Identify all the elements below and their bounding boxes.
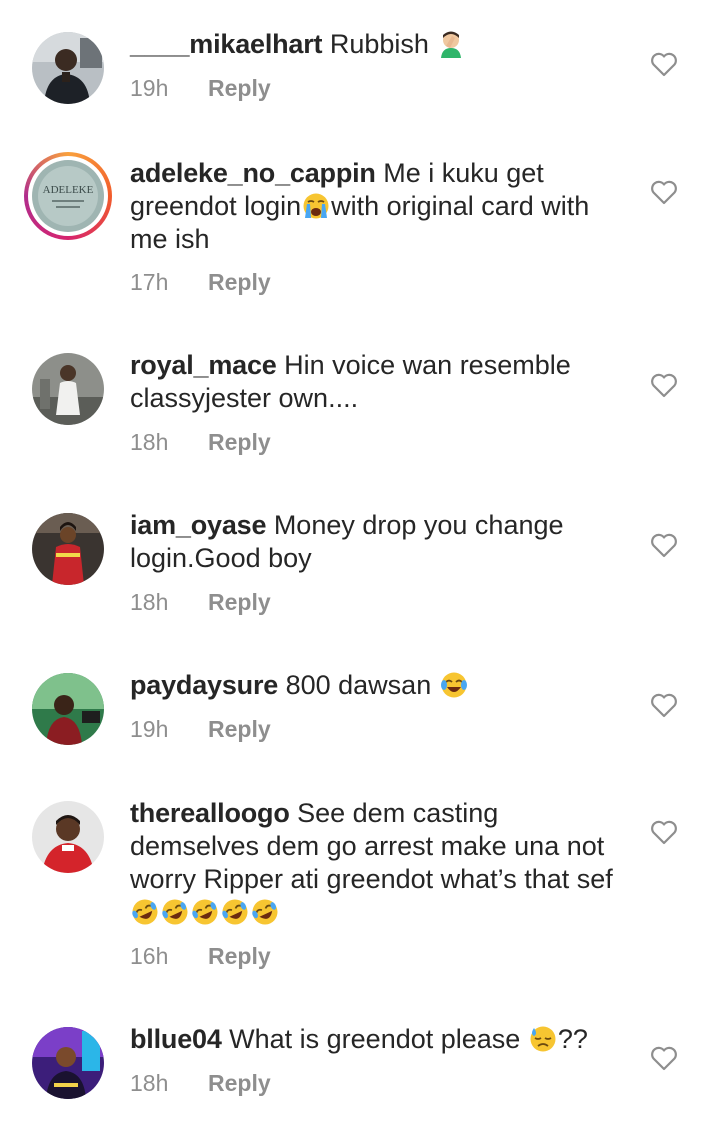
tears-of-joy-icon [440,672,467,698]
comment-meta: 19h Reply [130,714,271,744]
comment-body: What is greendot please [221,1024,528,1054]
reply-button[interactable]: Reply [208,269,271,295]
comment-time: 19h [130,75,169,101]
comments-list: ____mikaelhart Rubbish 19h Reply ADELEKE [0,0,720,1134]
avatar[interactable] [32,1027,104,1099]
reply-button[interactable]: Reply [208,943,271,969]
heart-icon[interactable] [649,1043,679,1073]
rolling-laughing-icon [222,899,248,925]
avatar[interactable] [32,673,104,745]
comment-text: iam_oyase Money drop you change login.Go… [130,509,630,575]
heart-icon[interactable] [649,370,679,400]
avatar[interactable] [32,513,104,585]
avatar-person-purple-icon [32,1027,104,1099]
rolling-laughing-icon [252,899,278,925]
reply-button[interactable]: Reply [208,75,271,101]
reply-button[interactable]: Reply [208,589,271,615]
comment-username[interactable]: bllue04 [130,1024,222,1054]
comment-meta: 16h Reply [130,941,271,971]
comment-username[interactable]: iam_oyase [130,510,267,540]
heart-icon[interactable] [649,690,679,720]
comment-time: 19h [130,716,169,742]
heart-icon[interactable] [649,817,679,847]
comment-meta: 18h Reply [130,427,271,457]
comment-text: royal_mace Hin voice wan resemble classy… [130,349,630,415]
facepalm-icon [441,31,462,58]
avatar-person-green-icon [32,673,104,745]
rolling-laughing-icon [192,899,218,925]
comment-time: 18h [130,1070,169,1096]
heart-icon[interactable] [649,49,679,79]
comment-text: adeleke_no_cappin Me i kuku get greendot… [130,157,630,256]
comment-username[interactable]: royal_mace [130,350,277,380]
avatar-man-dark-suit-icon [32,32,104,104]
comment-body-tail: ?? [557,1024,588,1054]
avatar[interactable]: ADELEKE [24,152,112,240]
rolling-laughing-icon [132,899,158,925]
avatar-story-ring-icon: ADELEKE [32,160,104,232]
comment-body: 800 dawsan [278,670,439,700]
comment-text: therealloogo See dem casting demselves d… [130,797,630,929]
avatar-woman-red-dress-icon [32,513,104,585]
reply-button[interactable]: Reply [208,1070,271,1096]
avatar[interactable] [32,801,104,873]
comment-time: 18h [130,589,169,615]
comment-time: 18h [130,429,169,455]
crying-face-icon [303,193,329,219]
rolling-laughing-icon [162,899,188,925]
comment-username[interactable]: ____mikaelhart [130,29,323,59]
comment-text: paydaysure 800 dawsan [130,669,630,702]
emoji-group [130,897,280,927]
comment-meta: 19h Reply [130,73,271,103]
avatar-man-white-outfit-icon [32,353,104,425]
comment-meta: 17h Reply [130,267,271,297]
comment-username[interactable]: therealloogo [130,798,290,828]
downcast-sweat-icon [530,1026,556,1052]
comment-username[interactable]: adeleke_no_cappin [130,158,376,188]
avatar-man-red-top-icon [32,801,104,873]
reply-button[interactable]: Reply [208,716,271,742]
comment-meta: 18h Reply [130,587,271,617]
comment-text: ____mikaelhart Rubbish [130,28,630,61]
comment-time: 16h [130,943,169,969]
comment-time: 17h [130,269,169,295]
comment-body: Rubbish [322,29,437,59]
comment-meta: 18h Reply [130,1068,271,1098]
heart-icon[interactable] [649,177,679,207]
avatar-photo: ADELEKE [32,160,104,232]
avatar-label: ADELEKE [43,184,94,196]
heart-icon[interactable] [649,530,679,560]
reply-button[interactable]: Reply [208,429,271,455]
avatar[interactable] [32,353,104,425]
comment-username[interactable]: paydaysure [130,670,278,700]
avatar[interactable] [32,32,104,104]
comment-text: bllue04 What is greendot please ?? [130,1023,630,1056]
